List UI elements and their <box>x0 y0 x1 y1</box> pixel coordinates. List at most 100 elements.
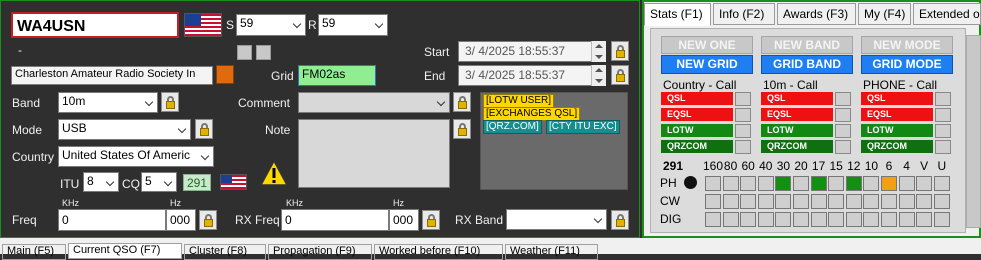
tab-worked-before[interactable]: Worked before (F10) <box>374 244 503 260</box>
start-datetime[interactable]: 3/ 4/2025 18:55:37 <box>458 41 606 62</box>
grid-cell-dig-20 <box>793 212 809 227</box>
grid-cell-cw-u <box>933 194 950 209</box>
band-qrzcom-status: QRZCOM <box>761 140 833 153</box>
mode-label: Mode <box>12 123 43 137</box>
tab-my[interactable]: My (F4) <box>858 3 911 25</box>
grid-mode-button[interactable]: GRID MODE <box>861 55 953 74</box>
small-gray-button-2[interactable] <box>256 45 271 60</box>
grid-cell-dig-12 <box>845 212 862 227</box>
band-lock-icon[interactable] <box>161 92 179 112</box>
freq-khz-label: KHz <box>62 198 80 208</box>
new-band-button[interactable]: NEW BAND <box>761 36 853 54</box>
grid-cell-cw-60 <box>740 194 757 209</box>
cq-label: CQ <box>122 177 140 191</box>
start-lock-icon[interactable] <box>611 41 629 61</box>
grid-input[interactable]: FM02as <box>298 65 376 86</box>
mode-eqsl-box <box>935 108 951 122</box>
cq-select[interactable]: 5 <box>141 172 177 192</box>
warning-icon <box>259 159 289 186</box>
new-mode-button[interactable]: NEW MODE <box>861 36 953 54</box>
grid-band-button[interactable]: GRID BAND <box>761 55 853 74</box>
stats-scrollbar[interactable] <box>966 35 981 228</box>
mode-label-dig: DIG <box>660 212 682 226</box>
tab-awards[interactable]: Awards (F3) <box>777 3 856 25</box>
rst-sent-select[interactable]: 59 <box>236 14 306 36</box>
end-datetime[interactable]: 3/ 4/2025 18:55:37 <box>458 65 606 86</box>
itu-select[interactable]: 8 <box>83 172 119 192</box>
rxfreq-khz-input[interactable]: 0 <box>281 209 389 231</box>
rxfreq-lock-icon[interactable] <box>422 210 440 230</box>
band-eqsl-status: EQSL <box>761 108 833 121</box>
grid-label: Grid <box>271 69 294 83</box>
mode-select[interactable]: USB <box>58 119 191 140</box>
end-lock-icon[interactable] <box>611 65 629 85</box>
new-grid-button[interactable]: NEW GRID <box>661 55 753 74</box>
rst-rcvd-select[interactable]: 59 <box>318 14 388 36</box>
freq-hz-input[interactable]: 000 <box>166 209 196 231</box>
rxband-select[interactable] <box>506 209 607 230</box>
name-field[interactable]: Charleston Amateur Radio Society In <box>11 66 213 85</box>
grid-cell-dig-80 <box>722 212 739 227</box>
comment-select[interactable] <box>298 92 450 113</box>
grid-count: 291 <box>663 159 684 173</box>
band-select[interactable]: 10m <box>58 92 158 113</box>
freq-khz-input[interactable]: 0 <box>58 209 166 231</box>
grid-cell-ph-6 <box>881 176 897 191</box>
new-one-button[interactable]: NEW ONE <box>661 36 753 54</box>
tab-propagation[interactable]: Propagation (F9) <box>268 244 372 260</box>
start-spin-icon[interactable] <box>591 41 606 62</box>
tab-weather[interactable]: Weather (F11) <box>505 244 598 260</box>
grid-cell-ph-17 <box>810 176 827 191</box>
tab-main[interactable]: Main (F5) <box>2 244 66 260</box>
callsign-input[interactable]: WA4USN <box>11 12 179 38</box>
grid-cell-cw-6 <box>881 194 897 209</box>
note-textarea[interactable] <box>298 119 450 188</box>
country-select[interactable]: United States Of Americ <box>58 146 214 167</box>
mode-lock-icon[interactable] <box>195 119 213 139</box>
itu-label: ITU <box>60 177 80 191</box>
name-lookup-icon[interactable] <box>216 65 234 84</box>
grid-cell-ph-160 <box>705 176 721 191</box>
help-icon[interactable] <box>684 176 697 189</box>
mode-eqsl-status: EQSL <box>861 108 933 121</box>
tab-current-qso[interactable]: Current QSO (F7) <box>68 243 182 259</box>
grid-cell-dig-30 <box>775 212 792 227</box>
country-label: Country <box>12 150 55 164</box>
mode-lotw-box <box>935 124 951 138</box>
dxcc-badge: 291 <box>183 174 211 191</box>
mode-lotw-status: LOTW <box>861 124 933 137</box>
freq-lock-icon[interactable] <box>199 210 217 230</box>
grid-cell-ph-15 <box>828 176 845 191</box>
band-label: Band <box>12 96 41 110</box>
country-qrzcom-status: QRZCOM <box>661 140 733 153</box>
band-qsl-status: QSL <box>761 92 833 105</box>
note-label: Note <box>265 123 291 137</box>
grid-cell-ph-60 <box>740 176 757 191</box>
band-eqsl-box <box>835 108 851 122</box>
grid-cell-ph-10 <box>863 176 880 191</box>
grid-cell-dig-4 <box>898 212 915 227</box>
end-spin-icon[interactable] <box>591 65 606 86</box>
comment-lock-icon[interactable] <box>453 92 471 112</box>
exchanges-qsl-tag: [EXCHANGES QSL] <box>483 107 581 121</box>
band-call-header: 10m - Call <box>763 78 818 92</box>
band-lotw-status: LOTW <box>761 124 833 137</box>
rxband-lock-icon[interactable] <box>611 210 629 230</box>
tab-info[interactable]: Info (F2) <box>713 3 775 25</box>
grid-cell-ph-12 <box>845 176 862 191</box>
note-lock-icon[interactable] <box>453 119 471 139</box>
grid-cell-ph-30 <box>775 176 792 191</box>
grid-cell-ph-u <box>933 176 950 191</box>
rxfreq-hz-input[interactable]: 000 <box>389 209 419 231</box>
tab-stats[interactable]: Stats (F1) <box>644 3 711 26</box>
rxband-label: RX Band <box>455 213 504 227</box>
band-qsl-box <box>835 92 851 106</box>
start-label: Start <box>424 45 450 59</box>
grid-cell-dig-15 <box>828 212 845 227</box>
country-qrzcom-box <box>735 140 751 154</box>
tab-extended[interactable]: Extended o <box>913 3 981 25</box>
end-label: End <box>424 69 446 83</box>
tab-cluster[interactable]: Cluster (F8) <box>184 244 266 260</box>
band-lotw-box <box>835 124 851 138</box>
small-gray-button-1[interactable] <box>237 45 252 60</box>
